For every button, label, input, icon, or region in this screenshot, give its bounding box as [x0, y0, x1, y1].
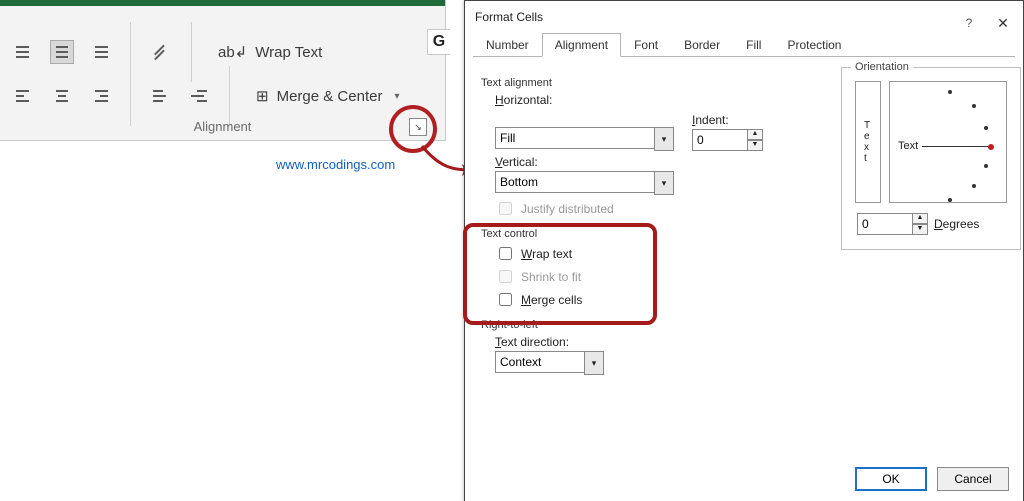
degrees-label: Degrees	[934, 217, 979, 231]
watermark-url: www.mrcodings.com	[276, 157, 395, 172]
chevron-down-icon: ▾	[394, 91, 399, 102]
screenshot-canvas: ab↲ Wrap Text ⊞ Merge & Center ▾ Alignme…	[0, 0, 1024, 501]
orientation-legend: Orientation	[851, 61, 913, 73]
horizontal-combo[interactable]: ▾	[495, 127, 674, 151]
tab-fill[interactable]: Fill	[733, 33, 774, 57]
spin-down-icon[interactable]: ▼	[747, 140, 763, 151]
indent-spinner[interactable]: ▲▼	[692, 129, 763, 151]
merge-center-button[interactable]: ⊞ Merge & Center ▾	[248, 79, 408, 113]
help-icon[interactable]: ?	[959, 7, 979, 27]
justify-distributed-label: Justify distributed	[521, 202, 614, 216]
rtl-heading: Right-to-left	[481, 319, 1007, 331]
vertical-combo[interactable]: ▾	[495, 171, 674, 195]
decrease-indent-icon[interactable]	[149, 84, 173, 108]
text-direction-combo[interactable]: ▾	[495, 351, 605, 375]
partial-button-g[interactable]: G	[427, 29, 450, 55]
separator	[130, 66, 131, 126]
tab-font[interactable]: Font	[621, 33, 671, 57]
tab-number[interactable]: Number	[473, 33, 542, 57]
spin-up-icon[interactable]: ▲	[912, 213, 928, 224]
format-cells-dialog: Format Cells ? ✕ Number Alignment Font B…	[464, 0, 1024, 501]
align-bottom-right-icon[interactable]	[88, 40, 112, 64]
orientation-handle-icon	[988, 144, 994, 150]
indent-label: Indent:	[692, 113, 763, 127]
dialog-titlebar[interactable]: Format Cells ? ✕	[465, 1, 1023, 33]
ribbon-accent-bar	[0, 0, 445, 6]
align-top-left-icon[interactable]	[12, 40, 36, 64]
wrap-text-button[interactable]: ab↲ Wrap Text	[210, 35, 330, 69]
vertical-value[interactable]	[495, 171, 654, 193]
ribbon-alignment-group: ab↲ Wrap Text ⊞ Merge & Center ▾ Alignme…	[0, 0, 446, 141]
align-right-icon[interactable]	[88, 84, 112, 108]
orientation-dial[interactable]: Text	[889, 81, 1007, 203]
increase-indent-icon[interactable]	[187, 84, 211, 108]
shrink-to-fit-checkbox: Shrink to fit	[495, 267, 1007, 286]
dialog-title-text: Format Cells	[475, 10, 543, 24]
separator	[229, 66, 230, 126]
shrink-label: Shrink to fit	[521, 270, 581, 284]
horizontal-value[interactable]	[495, 127, 654, 149]
orientation-icon[interactable]	[149, 40, 173, 64]
align-left-icon[interactable]	[12, 84, 36, 108]
tab-protection[interactable]: Protection	[774, 33, 854, 57]
degrees-value[interactable]	[857, 213, 913, 235]
cancel-button[interactable]: Cancel	[937, 467, 1009, 491]
text-direction-label: Text direction:	[495, 335, 1007, 349]
chevron-down-icon[interactable]: ▾	[654, 171, 674, 195]
tab-border[interactable]: Border	[671, 33, 733, 57]
chevron-down-icon[interactable]: ▾	[654, 127, 674, 151]
indent-value[interactable]	[692, 129, 748, 151]
text-direction-value[interactable]	[495, 351, 584, 373]
orientation-group: Orientation Text Text	[841, 61, 1021, 250]
orientation-text-label: Text	[898, 140, 918, 152]
spin-up-icon[interactable]: ▲	[747, 129, 763, 140]
ok-button[interactable]: OK	[855, 467, 927, 491]
wrap-text-icon: ab↲	[218, 43, 247, 61]
ribbon-group-label: Alignment	[0, 119, 445, 134]
degrees-spinner[interactable]: ▲▼	[857, 213, 928, 235]
orientation-vertical-text[interactable]: Text	[855, 81, 881, 203]
spin-down-icon[interactable]: ▼	[912, 224, 928, 235]
close-icon[interactable]: ✕	[993, 7, 1013, 27]
merge-cells-checkbox[interactable]: Merge cells	[495, 290, 1007, 309]
merge-center-icon: ⊞	[256, 87, 269, 105]
chevron-down-icon[interactable]: ▾	[584, 351, 604, 375]
dialog-body: Text alignment Horizontal: ▾ Indent: ▲▼	[465, 57, 1023, 453]
dialog-footer: OK Cancel	[465, 457, 1023, 501]
align-middle-center-icon[interactable]	[50, 40, 74, 64]
align-center-icon[interactable]	[50, 84, 74, 108]
tab-alignment[interactable]: Alignment	[542, 33, 621, 57]
dialog-tabs: Number Alignment Font Border Fill Protec…	[473, 33, 1015, 57]
wrap-text-cb-label: Wrap text	[521, 247, 572, 261]
wrap-text-label: Wrap Text	[255, 44, 322, 61]
merge-center-label: Merge & Center	[277, 88, 383, 105]
merge-cells-cb-label: Merge cells	[521, 293, 582, 307]
dialog-launcher-icon[interactable]: ↘	[409, 118, 427, 136]
